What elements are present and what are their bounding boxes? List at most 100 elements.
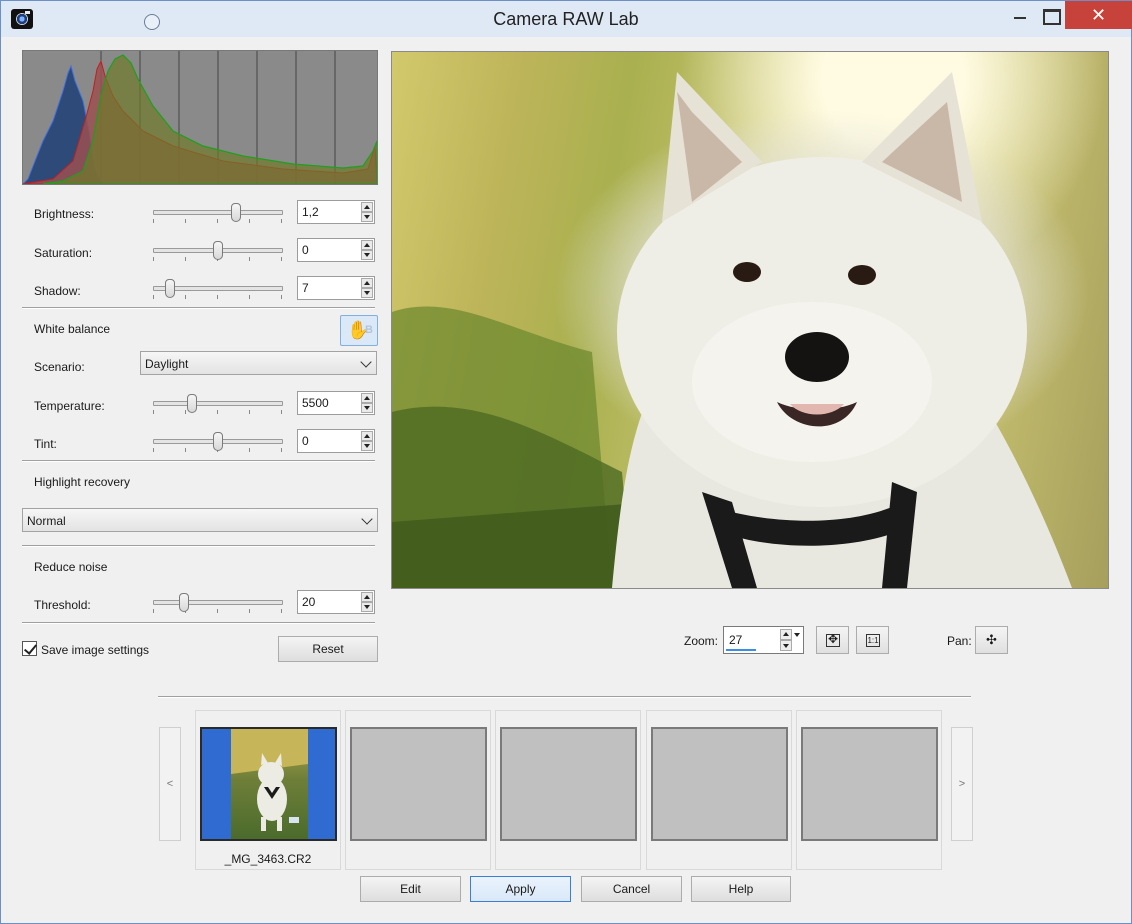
filmstrip-prev-button[interactable]: < <box>159 727 181 841</box>
spin-down-icon[interactable] <box>361 212 373 222</box>
spin-down-icon[interactable] <box>361 288 373 298</box>
pan-button[interactable]: ✣ <box>975 626 1008 654</box>
tint-value: 0 <box>302 434 309 448</box>
spin-up-icon[interactable] <box>361 431 373 441</box>
reset-button[interactable]: Reset <box>278 636 378 662</box>
thumb-frame <box>350 727 487 841</box>
filmstrip-thumb[interactable] <box>345 710 491 870</box>
histogram <box>22 50 378 185</box>
slider-thumb[interactable] <box>165 279 175 298</box>
temperature-spinbox[interactable]: 5500 <box>297 391 375 415</box>
fit-to-window-icon <box>826 632 840 647</box>
filmstrip-next-button[interactable]: > <box>951 727 973 841</box>
highlight-recovery-title: Highlight recovery <box>34 475 131 489</box>
brightness-spinbox[interactable]: 1,2 <box>297 200 375 224</box>
thumb-caption: _MG_3463.CR2 <box>224 852 312 866</box>
actual-size-icon: 1:1 <box>866 634 880 647</box>
spin-up-icon[interactable] <box>361 393 373 403</box>
slider-thumb[interactable] <box>187 394 197 413</box>
edit-button[interactable]: Edit <box>360 876 461 902</box>
spin-down-icon[interactable] <box>361 441 373 451</box>
spin-up-icon[interactable] <box>361 240 373 250</box>
slider-track <box>153 401 283 406</box>
divider <box>22 545 375 547</box>
zoom-value: 27 <box>729 633 743 647</box>
shadow-slider[interactable] <box>153 278 283 300</box>
scenario-dropdown[interactable]: Daylight <box>140 351 377 375</box>
tint-label: Tint: <box>34 437 57 451</box>
slider-track <box>153 210 283 215</box>
spin-down-icon[interactable] <box>361 250 373 260</box>
slider-thumb[interactable] <box>231 203 241 222</box>
tint-slider[interactable] <box>153 431 283 453</box>
apply-button[interactable]: Apply <box>470 876 571 902</box>
threshold-spinbox[interactable]: 20 <box>297 590 375 614</box>
brightness-value: 1,2 <box>302 205 319 219</box>
zoom-focus-bar <box>726 649 756 651</box>
slider-track <box>153 600 283 605</box>
slider-ticks <box>153 410 283 414</box>
highlight-recovery-dropdown[interactable]: Normal <box>22 508 378 532</box>
title-bar[interactable]: Camera RAW Lab ✕ <box>1 1 1132 37</box>
spin-up-icon[interactable] <box>361 592 373 602</box>
threshold-value: 20 <box>302 595 316 609</box>
spin-up-icon[interactable] <box>361 278 373 288</box>
camera-raw-lab-window: Camera RAW Lab ✕ Brightness: 1,2 Saturat… <box>0 0 1132 924</box>
cancel-button[interactable]: Cancel <box>581 876 682 902</box>
filmstrip-thumb[interactable]: _MG_3463.CR2 <box>195 710 341 870</box>
pan-label: Pan: <box>947 634 972 648</box>
chevron-down-icon <box>361 513 373 525</box>
slider-thumb[interactable] <box>213 241 223 260</box>
pan-icon: ✣ <box>986 632 997 647</box>
fit-to-window-button[interactable] <box>816 626 849 654</box>
slider-thumb[interactable] <box>179 593 189 612</box>
slider-thumb[interactable] <box>213 432 223 451</box>
white-balance-title: White balance <box>34 322 111 336</box>
help-button[interactable]: Help <box>691 876 791 902</box>
threshold-label: Threshold: <box>34 598 91 612</box>
thumb-frame <box>801 727 938 841</box>
reduce-noise-title: Reduce noise <box>34 560 108 574</box>
spin-down-icon[interactable] <box>361 602 373 612</box>
temperature-label: Temperature: <box>34 399 105 413</box>
close-icon: ✕ <box>1090 5 1107 25</box>
saturation-label: Saturation: <box>34 246 93 260</box>
thumb-frame <box>651 727 788 841</box>
divider <box>22 460 375 462</box>
image-preview[interactable] <box>391 51 1109 589</box>
filmstrip-thumb[interactable] <box>495 710 641 870</box>
zoom-spinbox[interactable]: 27 <box>723 626 804 654</box>
thumb-frame <box>500 727 637 841</box>
tint-spinbox[interactable]: 0 <box>297 429 375 453</box>
filmstrip-thumb[interactable] <box>646 710 792 870</box>
spin-down-icon[interactable] <box>780 640 792 651</box>
scenario-label: Scenario: <box>34 360 85 374</box>
divider <box>158 696 971 698</box>
close-button[interactable]: ✕ <box>1065 1 1132 29</box>
actual-size-button[interactable]: 1:1 <box>856 626 889 654</box>
threshold-slider[interactable] <box>153 592 283 614</box>
saturation-slider[interactable] <box>153 240 283 262</box>
shadow-value: 7 <box>302 281 309 295</box>
spin-up-icon[interactable] <box>361 202 373 212</box>
white-balance-picker-button[interactable]: ✋ B <box>340 315 378 346</box>
shadow-spinbox[interactable]: 7 <box>297 276 375 300</box>
filmstrip-thumb[interactable] <box>796 710 942 870</box>
save-settings-checkbox[interactable] <box>22 641 37 656</box>
zoom-label: Zoom: <box>684 634 719 648</box>
divider <box>22 307 375 309</box>
brightness-label: Brightness: <box>34 207 95 221</box>
spin-up-icon[interactable] <box>780 629 792 640</box>
shadow-label: Shadow: <box>34 284 81 298</box>
chevron-down-icon <box>360 356 372 368</box>
slider-ticks <box>153 219 283 223</box>
thumbnail-image <box>231 729 308 839</box>
highlight-recovery-value: Normal <box>27 514 66 528</box>
saturation-spinbox[interactable]: 0 <box>297 238 375 262</box>
slider-ticks <box>153 609 283 613</box>
brightness-slider[interactable] <box>153 202 283 224</box>
temperature-slider[interactable] <box>153 393 283 415</box>
dropdown-arrow-icon[interactable] <box>794 633 800 637</box>
save-settings-label[interactable]: Save image settings <box>41 643 149 657</box>
spin-down-icon[interactable] <box>361 403 373 413</box>
